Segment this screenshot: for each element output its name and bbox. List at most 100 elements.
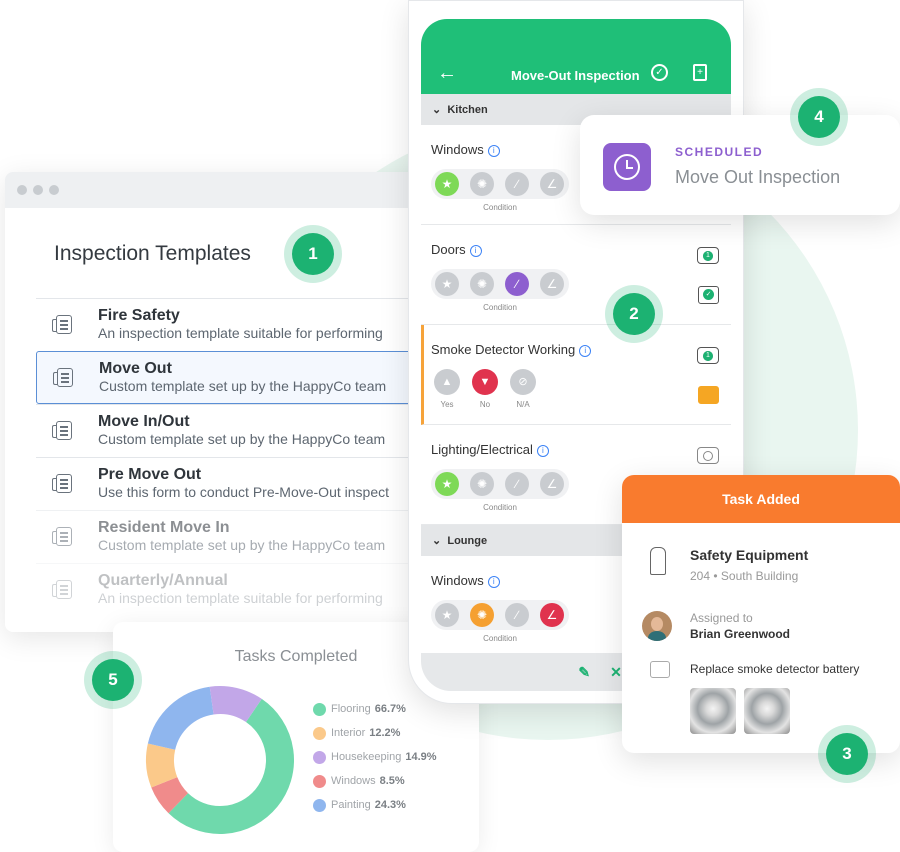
step-badge-4: 4 [798, 96, 840, 138]
legend-label: Housekeeping [331, 751, 402, 763]
legend-value: 24.3% [374, 799, 406, 811]
star-rating-icon[interactable]: ★ [435, 272, 459, 296]
legend-value: 66.7% [374, 703, 406, 715]
donut-slice-interior [146, 743, 178, 788]
template-description: Custom template set up by the HappyCo te… [98, 537, 386, 553]
donut-slice-flooring [168, 698, 294, 834]
condition-rating: ★ ✺ ∕ ∠ [431, 169, 569, 199]
camera-icon[interactable]: 1 [697, 247, 719, 264]
star-rating-icon[interactable]: ★ [435, 603, 459, 627]
thumbs-up-icon[interactable]: ▲ [434, 369, 460, 395]
task-added-card: Task Added Safety Equipment 204 • South … [622, 475, 900, 753]
broken-rating-icon[interactable]: ∠ [540, 172, 564, 196]
assigned-label: Assigned to [690, 611, 753, 625]
condition-caption: Condition [483, 634, 517, 643]
template-description: An inspection template suitable for perf… [98, 325, 383, 341]
collapse-icon[interactable]: ✕ [610, 664, 622, 681]
camera-icon[interactable]: 1 [697, 347, 719, 364]
condition-caption: Condition [483, 303, 517, 312]
broken-rating-icon[interactable]: ∠ [540, 603, 564, 627]
check-circle-icon[interactable]: ✓ [651, 64, 668, 81]
avatar [642, 611, 672, 641]
info-icon[interactable]: i [487, 576, 500, 588]
illustration-stage: Inspection Templates Fire Safety An insp… [0, 0, 900, 852]
assignee-name: Brian Greenwood [690, 627, 791, 641]
condition-caption: Condition [483, 503, 517, 512]
template-item-fire-safety[interactable]: Fire Safety An inspection template suita… [36, 298, 436, 351]
step-badge-3: 3 [826, 733, 868, 775]
legend-value: 8.5% [379, 775, 405, 787]
template-name: Pre Move Out [98, 466, 202, 483]
template-item-pre-move-out[interactable]: Pre Move Out Use this form to conduct Pr… [36, 457, 436, 510]
checklist-icon [52, 474, 72, 493]
checklist-icon [52, 421, 72, 440]
template-item-resident-move-in[interactable]: Resident Move In Custom template set up … [36, 510, 436, 563]
option-label: Yes [440, 400, 454, 409]
broken-rating-icon[interactable]: ∠ [540, 272, 564, 296]
window-dot[interactable] [49, 185, 59, 195]
info-icon[interactable]: i [487, 145, 500, 157]
info-icon[interactable]: i [579, 345, 592, 357]
inspection-item-smoke-detector: Smoke Detector Working i ▲ ▼ ⊘ Yes No N/A… [421, 325, 731, 425]
item-label: Lighting/Electrical [431, 442, 533, 457]
template-item-move-out[interactable]: Move Out Custom template set up by the H… [36, 351, 436, 404]
option-label: N/A [516, 400, 530, 409]
broken-rating-icon[interactable]: ∠ [540, 472, 564, 496]
camera-icon[interactable] [697, 447, 719, 464]
plug-rating-icon[interactable]: ✺ [470, 603, 494, 627]
slash-rating-icon[interactable]: ∕ [505, 603, 529, 627]
window-dot[interactable] [33, 185, 43, 195]
slash-rating-icon[interactable]: ∕ [505, 472, 529, 496]
condition-rating: ★ ✺ ∕ ∠ [431, 269, 569, 299]
template-description: An inspection template suitable for perf… [98, 590, 383, 606]
comment-icon[interactable]: ✓ [698, 286, 719, 304]
checklist-icon [52, 315, 72, 334]
star-rating-icon[interactable]: ★ [435, 472, 459, 496]
template-item-move-in-out[interactable]: Move In/Out Custom template set up by th… [36, 404, 436, 457]
add-document-icon[interactable]: + [693, 64, 707, 81]
photo-thumbnail[interactable] [690, 688, 736, 734]
template-name: Fire Safety [98, 307, 180, 324]
task-header: Task Added [622, 475, 900, 523]
info-icon[interactable]: i [536, 445, 549, 457]
condition-rating: ★ ✺ ∕ ∠ [431, 469, 569, 499]
legend-swatch [313, 726, 326, 740]
comment-icon[interactable] [698, 386, 719, 404]
checklist-icon [52, 580, 72, 599]
plug-rating-icon[interactable]: ✺ [470, 472, 494, 496]
item-label: Windows [431, 142, 484, 157]
template-name: Quarterly/Annual [98, 572, 228, 589]
slash-rating-icon[interactable]: ∕ [505, 172, 529, 196]
comment-icon [650, 661, 670, 678]
photo-thumbnail[interactable] [744, 688, 790, 734]
scheduled-title: Move Out Inspection [675, 167, 841, 187]
star-rating-icon[interactable]: ★ [435, 172, 459, 196]
edit-icon[interactable]: ✎ [578, 664, 590, 681]
app-header: ← Move-Out Inspection ✓ + [421, 19, 731, 94]
legend-swatch [313, 798, 326, 812]
not-applicable-icon[interactable]: ⊘ [510, 369, 536, 395]
step-badge-5: 5 [92, 659, 134, 701]
option-label: No [479, 400, 491, 409]
back-arrow-icon[interactable]: ← [437, 62, 457, 85]
window-dot[interactable] [17, 185, 27, 195]
plug-rating-icon[interactable]: ✺ [470, 272, 494, 296]
template-list: Fire Safety An inspection template suita… [36, 298, 436, 616]
thumbs-down-icon[interactable]: ▼ [472, 369, 498, 395]
donut-chart [146, 686, 294, 834]
donut-slice-housekeeping [209, 686, 262, 723]
template-item-quarterly-annual[interactable]: Quarterly/Annual An inspection template … [36, 563, 436, 616]
item-label: Windows [431, 573, 484, 588]
plug-rating-icon[interactable]: ✺ [470, 172, 494, 196]
step-badge-1: 1 [292, 233, 334, 275]
template-name: Move In/Out [98, 413, 190, 430]
donut-slice-painting [147, 686, 215, 751]
legend-item: Flooring 66.7% [313, 697, 437, 721]
info-icon[interactable]: i [469, 245, 482, 257]
slash-rating-icon[interactable]: ∕ [505, 272, 529, 296]
template-description: Custom template set up by the HappyCo te… [99, 378, 387, 394]
scheduled-card[interactable]: SCHEDULED Move Out Inspection [580, 115, 900, 215]
condition-caption: Condition [483, 203, 517, 212]
status-tag: SCHEDULED [675, 145, 764, 159]
window-title-bar [5, 172, 435, 208]
